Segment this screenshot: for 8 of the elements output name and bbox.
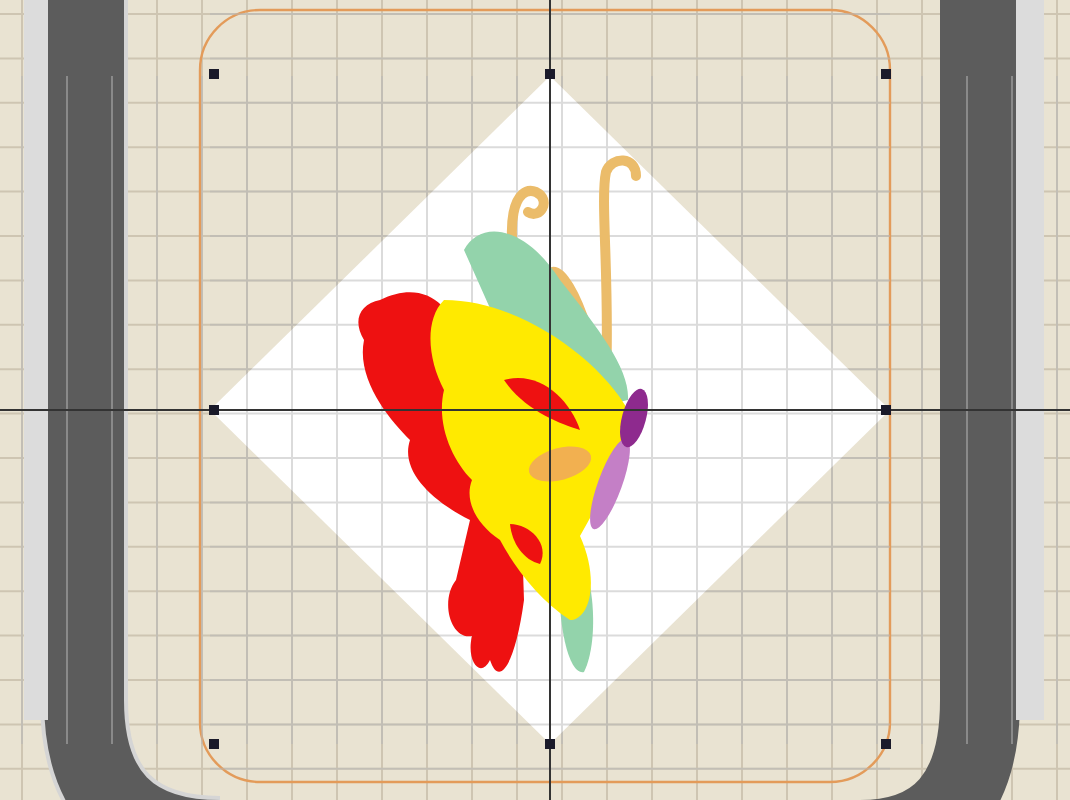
resize-handle[interactable] (881, 69, 891, 79)
resize-handle[interactable] (209, 739, 219, 749)
resize-handle[interactable] (881, 739, 891, 749)
resize-handle[interactable] (545, 739, 555, 749)
resize-handle[interactable] (545, 69, 555, 79)
resize-handle[interactable] (881, 405, 891, 415)
resize-handle[interactable] (209, 405, 219, 415)
resize-handle[interactable] (209, 69, 219, 79)
